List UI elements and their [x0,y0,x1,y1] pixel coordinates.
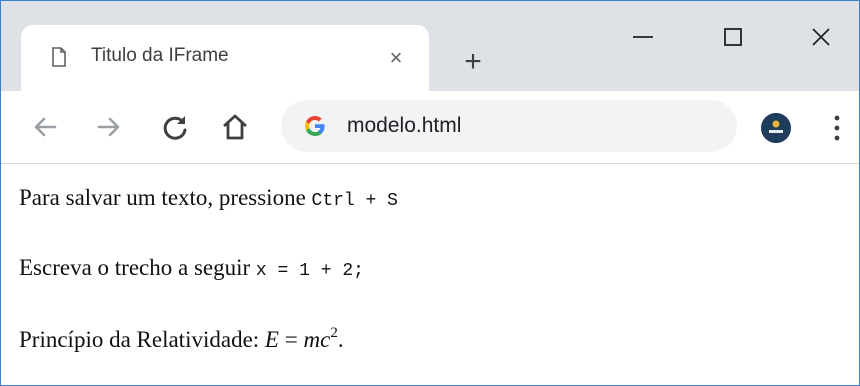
url-text: modelo.html [347,114,462,137]
close-icon[interactable]: × [383,45,409,71]
relativity-line: Princípio da Relatividade: E = mc2. [19,325,344,353]
math-var-m: m [303,327,321,352]
page-icon [52,47,66,67]
browser-window: Titulo da IFrame × + modelo.html Para sa… [0,0,860,386]
math-var-e: E [264,327,279,352]
shortcut-text: Para salvar um texto, pressione [19,185,312,210]
home-icon[interactable] [219,111,251,143]
profile-icon[interactable] [761,113,791,143]
toolbar: modelo.html [1,91,859,164]
math-period: . [337,327,344,352]
tab-title: Titulo da IFrame [91,45,229,66]
snippet-line: Escreva o trecho a seguir x = 1 + 2; [19,255,364,281]
snippet-code: x = 1 + 2; [255,261,364,281]
math-equals: = [278,327,304,352]
relativity-label: Princípio da Relatividade: [19,327,265,352]
more-menu-icon[interactable] [833,113,841,143]
reload-icon[interactable] [159,111,191,143]
tab-active[interactable]: Titulo da IFrame × [21,25,429,91]
forward-icon[interactable] [93,111,125,143]
tab-strip: Titulo da IFrame × + [1,1,859,91]
shortcut-line: Para salvar um texto, pressione Ctrl + S [19,185,398,211]
back-icon[interactable] [29,111,61,143]
maximize-icon[interactable] [713,17,753,57]
plus-icon[interactable]: + [456,45,490,79]
google-icon [304,116,325,137]
math-exponent: 2 [330,325,338,341]
shortcut-code: Ctrl + S [311,191,398,211]
address-bar[interactable]: modelo.html [281,100,737,152]
minimize-icon[interactable] [623,17,663,57]
math-var-c: c [320,327,331,352]
snippet-text: Escreva o trecho a seguir [19,255,256,280]
window-close-icon[interactable] [801,17,841,57]
